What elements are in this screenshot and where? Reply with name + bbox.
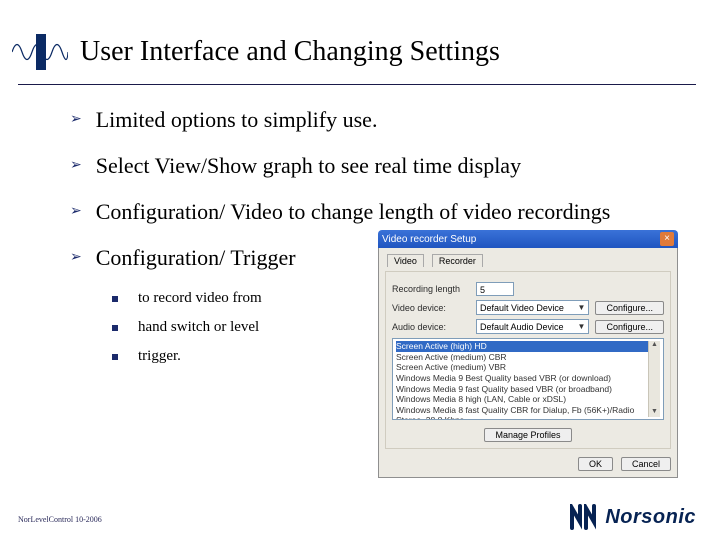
tab-recorder[interactable]: Recorder: [432, 254, 483, 267]
bullet-1: ➢Limited options to simplify use.: [70, 106, 690, 134]
ok-button[interactable]: OK: [578, 457, 613, 471]
footer-text: NorLevelControl 10-2006: [18, 515, 102, 524]
scrollbar[interactable]: ▲▼: [648, 341, 660, 417]
configure-video-button[interactable]: Configure...: [595, 301, 664, 315]
audio-device-label: Audio device:: [392, 322, 470, 332]
close-icon[interactable]: ×: [660, 232, 674, 246]
audio-device-value: Default Audio Device: [480, 322, 564, 332]
bullet-2-text: Select View/Show graph to see real time …: [96, 152, 521, 180]
tab-video[interactable]: Video: [387, 254, 424, 267]
manage-profiles-button[interactable]: Manage Profiles: [484, 428, 571, 442]
bullet-4-text: Configuration/ Trigger: [96, 244, 296, 272]
recording-length-label: Recording length: [392, 284, 470, 294]
list-item[interactable]: Windows Media 9 fast Quality based VBR (…: [396, 384, 648, 395]
bullet-3: ➢Configuration/ Video to change length o…: [70, 198, 690, 226]
subbullet-2-text: hand switch or level: [138, 319, 259, 336]
configure-audio-button[interactable]: Configure...: [595, 320, 664, 334]
bullet-2: ➢Select View/Show graph to see real time…: [70, 152, 690, 180]
subbullet-3-text: trigger.: [138, 348, 181, 365]
list-item[interactable]: Screen Active (medium) VBR: [396, 362, 648, 373]
list-item[interactable]: Windows Media 8 fast Quality CBR for Dia…: [396, 405, 648, 420]
profile-listbox[interactable]: Screen Active (high) HD Screen Active (m…: [392, 338, 664, 420]
cancel-button[interactable]: Cancel: [621, 457, 671, 471]
subbullet-1-text: to record video from: [138, 290, 262, 307]
video-recorder-setup-dialog: Video recorder Setup × Video Recorder Re…: [378, 230, 678, 478]
dialog-title: Video recorder Setup: [382, 234, 476, 245]
video-device-select[interactable]: Default Video Device ▼: [476, 300, 589, 315]
bullet-3-text: Configuration/ Video to change length of…: [96, 198, 611, 226]
chevron-down-icon: ▼: [578, 322, 586, 331]
title-wave-icon: [0, 32, 80, 72]
video-device-value: Default Video Device: [480, 303, 564, 313]
audio-device-select[interactable]: Default Audio Device ▼: [476, 319, 589, 334]
recording-length-input[interactable]: 5: [476, 282, 514, 296]
chevron-down-icon: ▼: [578, 303, 586, 312]
slide-title: User Interface and Changing Settings: [80, 36, 500, 68]
list-item[interactable]: Windows Media 8 high (LAN, Cable or xDSL…: [396, 394, 648, 405]
brand-name: Norsonic: [605, 506, 696, 529]
video-device-label: Video device:: [392, 303, 470, 313]
list-item[interactable]: Screen Active (high) HD: [396, 341, 648, 352]
list-item[interactable]: Windows Media 9 Best Quality based VBR (…: [396, 373, 648, 384]
list-item[interactable]: Screen Active (medium) CBR: [396, 352, 648, 363]
title-underline: [18, 84, 696, 85]
norsonic-logo: Norsonic: [569, 504, 696, 530]
bullet-1-text: Limited options to simplify use.: [96, 106, 378, 134]
